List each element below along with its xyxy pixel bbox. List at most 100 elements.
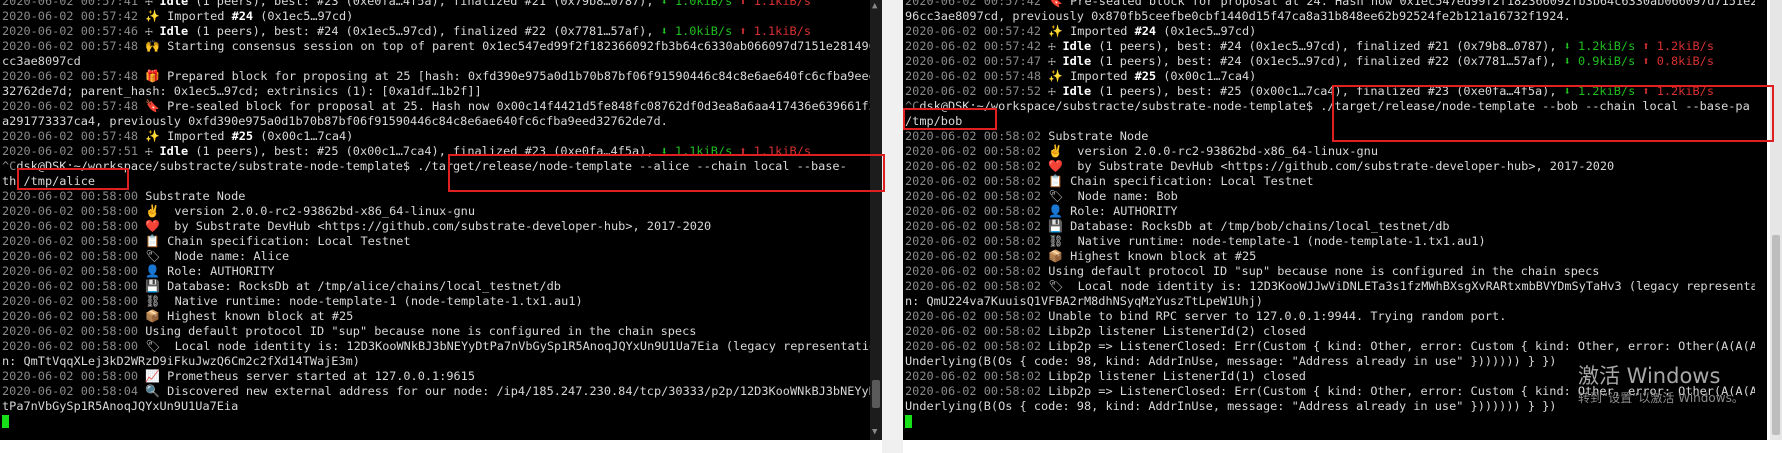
terminal-line: 2020-06-02 00:57:48 🔖 Pre-sealed block f… [2, 99, 870, 114]
log-text: 👤 Role: AUTHORITY [145, 264, 275, 278]
window-divider [882, 0, 903, 453]
log-timestamp: 2020-06-02 00:57:42 [905, 0, 1049, 8]
log-timestamp: 2020-06-02 00:58:00 [2, 264, 146, 278]
terminal-line: 2020-06-02 00:58:02 ✌️ version 2.0.0-rc2… [905, 144, 1755, 159]
log-timestamp: 2020-06-02 00:57:48 [2, 99, 146, 113]
log-text: 📋 Chain specification: Local Testnet [145, 234, 411, 248]
log-timestamp: 2020-06-02 00:58:00 [2, 219, 146, 233]
terminal-alice[interactable]: 2020-06-02 00:57:41 ☩ Idle (1 peers), be… [0, 0, 882, 440]
log-text: 🏷 Node name: Alice [145, 249, 290, 263]
log-text: (0x00c1…7ca4) [1156, 69, 1257, 83]
log-text: #25 [231, 129, 254, 143]
log-text: ⬆ 1.2kiB/s [1642, 39, 1714, 53]
log-text: ⬆ 0.8kiB/s [1642, 54, 1714, 68]
log-timestamp: 2020-06-02 00:58:02 [905, 129, 1049, 143]
log-text: 🏷 Node name: Bob [1048, 189, 1178, 203]
terminal-line: 2020-06-02 00:57:48 🎁 Prepared block for… [2, 69, 870, 84]
log-timestamp: 2020-06-02 00:57:48 [2, 39, 146, 53]
log-text: ⬇ 1.0kiB/s [660, 0, 740, 8]
log-text: ☩ Idle [1048, 54, 1099, 68]
log-text: ☩ Idle [145, 144, 196, 158]
scroll-up-arrow-icon[interactable]: ▲ [872, 2, 877, 11]
terminal-line: 96cc3ae8097cd, previously 0x870fb5ceefbe… [905, 9, 1755, 24]
log-text: 32762de7d; parent_hash: 0x1ec5…97cd; ext… [2, 84, 482, 98]
log-text: (1 peers), best: #24 (0x1ec5…97cd), fina… [195, 24, 661, 38]
terminal-line: n: QmU224va7KuuisQ1VFBA2rM8dhNSyqMzYuszT… [905, 294, 1755, 309]
terminal-line: cc3ae8097cd [2, 54, 870, 69]
terminal-line: 2020-06-02 00:58:00 ✌️ version 2.0.0-rc2… [2, 204, 870, 219]
log-timestamp: 2020-06-02 00:58:00 [2, 249, 146, 263]
log-text: a291773337ca4, previously 0xfd390e975a0d… [2, 114, 668, 128]
log-timestamp: 2020-06-02 00:58:02 [905, 264, 1049, 278]
terminal-line: 2020-06-02 00:57:47 ☩ Idle (1 peers), be… [905, 54, 1755, 69]
log-text: ❤️ by Substrate DevHub <https://github.c… [1048, 159, 1615, 173]
log-text: ⛓ Native runtime: node-template-1 (node-… [145, 294, 583, 308]
log-text: 📦 Highest known block at #25 [1048, 249, 1257, 263]
terminal-line: 2020-06-02 00:58:00 🏷 Node name: Alice [2, 249, 870, 264]
log-text: ⬇ 1.0kiB/s [660, 24, 740, 38]
log-text: Libp2p listener ListenerId(2) closed [1048, 324, 1306, 338]
terminal-line: 2020-06-02 00:58:00 📈 Prometheus server … [2, 369, 870, 384]
log-timestamp: 2020-06-02 00:57:52 [905, 84, 1049, 98]
log-text: 📋 Chain specification: Local Testnet [1048, 174, 1314, 188]
prompt-line[interactable] [2, 414, 870, 429]
log-text: 🙌 Starting consensus session on top of p… [145, 39, 870, 53]
log-timestamp: 2020-06-02 00:58:00 [2, 294, 146, 308]
terminal-line: 2020-06-02 00:58:00 ❤️ by Substrate DevH… [2, 219, 870, 234]
log-timestamp: 2020-06-02 00:58:00 [2, 189, 146, 203]
terminal-line: 2020-06-02 00:57:42 ✨ Imported #24 (0x1e… [905, 24, 1755, 39]
scroll-down-arrow-icon[interactable]: ▼ [872, 428, 877, 437]
log-text: ✨ Imported [1048, 24, 1135, 38]
terminal-line: 2020-06-02 00:58:02 🏷 Node name: Bob [905, 189, 1755, 204]
log-text: ☩ Idle [145, 24, 196, 38]
terminal-line: 2020-06-02 00:58:02 Libp2p listener List… [905, 324, 1755, 339]
log-text: 🎁 Prepared block for proposing at 25 [ha… [145, 69, 870, 83]
terminal-line: 2020-06-02 00:58:02 💾 Database: RocksDb … [905, 219, 1755, 234]
terminal-alice-scrollbar[interactable]: ▲ ▼ [870, 0, 882, 440]
scrollbar-thumb[interactable] [872, 380, 880, 408]
log-timestamp: 2020-06-02 00:57:47 [905, 54, 1049, 68]
log-text: ✨ Imported [145, 9, 232, 23]
log-timestamp: 2020-06-02 00:57:42 [905, 39, 1049, 53]
log-timestamp: 2020-06-02 00:58:00 [2, 339, 146, 353]
log-text: (1 peers), best: #23 (0xe0fa…4f5a), fina… [195, 0, 661, 8]
log-text: 🔖 Pre-sealed block for proposal at 25. H… [145, 99, 870, 113]
log-timestamp: 2020-06-02 00:58:02 [905, 174, 1049, 188]
terminal-line: 2020-06-02 00:58:02 ❤️ by Substrate DevH… [905, 159, 1755, 174]
bob-command-highlight [1332, 85, 1774, 142]
log-timestamp: 2020-06-02 00:57:51 [2, 144, 146, 158]
terminal-line: 2020-06-02 00:57:48 ✨ Imported #25 (0x00… [2, 129, 870, 144]
scrollbar-thumb[interactable] [1772, 235, 1780, 435]
log-text: ✨ Imported [145, 129, 232, 143]
terminal-line: 2020-06-02 00:57:48 🙌 Starting consensus… [2, 39, 870, 54]
log-text: ⬇ 0.9kiB/s [1563, 54, 1643, 68]
log-timestamp: 2020-06-02 00:57:48 [2, 129, 146, 143]
terminal-line: a291773337ca4, previously 0xfd390e975a0d… [2, 114, 870, 129]
log-text: 🏷 Local node identity is: 12D3KooWJJwViD… [1048, 279, 1755, 293]
log-text: (1 peers), best: #24 (0x1ec5…97cd), fina… [1098, 39, 1564, 53]
terminal-line: tPa7nVbGySp1R5AnoqJQYxUn9U1Ua7Eia [2, 399, 870, 414]
log-timestamp: 2020-06-02 00:58:02 [905, 144, 1049, 158]
terminal-line: 2020-06-02 00:58:02 Unable to bind RPC s… [905, 309, 1755, 324]
log-text: cc3ae8097cd [2, 54, 81, 68]
log-timestamp: 2020-06-02 00:57:48 [905, 69, 1049, 83]
log-timestamp: 2020-06-02 00:58:00 [2, 234, 146, 248]
terminal-line: 2020-06-02 00:58:02 Using default protoc… [905, 264, 1755, 279]
log-timestamp: 2020-06-02 00:57:42 [2, 9, 146, 23]
log-text: ⛓ Native runtime: node-template-1 (node-… [1048, 234, 1486, 248]
log-timestamp: 2020-06-02 00:58:02 [905, 309, 1049, 323]
terminal-line: 2020-06-02 00:58:02 Libp2p => ListenerCl… [905, 339, 1755, 354]
log-timestamp: 2020-06-02 00:58:02 [905, 384, 1049, 398]
prompt-line[interactable] [905, 414, 1755, 429]
log-text: Substrate Node [145, 189, 246, 203]
log-timestamp: 2020-06-02 00:58:00 [2, 279, 146, 293]
log-text: 💾 Database: RocksDb at /tmp/alice/chains… [145, 279, 561, 293]
windows-activation-hint: 转到“设置”以激活 Windows。 [1578, 391, 1744, 405]
log-text: #24 [231, 9, 254, 23]
terminal-line: 2020-06-02 00:58:02 ⛓ Native runtime: no… [905, 234, 1755, 249]
log-timestamp: 2020-06-02 00:58:00 [2, 204, 146, 218]
terminal-line: 32762de7d; parent_hash: 0x1ec5…97cd; ext… [2, 84, 870, 99]
log-timestamp: 2020-06-02 00:58:02 [905, 339, 1049, 353]
log-timestamp: 2020-06-02 00:58:02 [905, 279, 1049, 293]
terminal-bob-scrollbar[interactable] [1770, 0, 1782, 440]
